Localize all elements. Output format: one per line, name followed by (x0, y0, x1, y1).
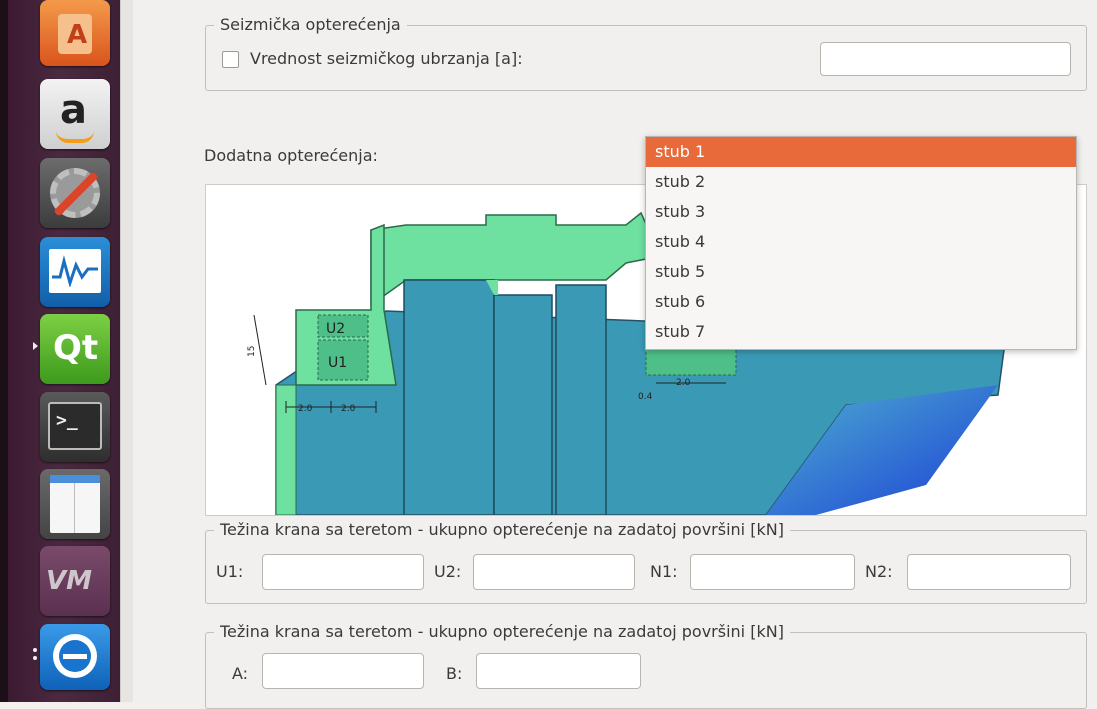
dropdown-option-stub-6[interactable]: stub 6 (646, 287, 1076, 317)
qt-creator-icon[interactable]: Qt (40, 314, 110, 384)
dropdown-option-stub-7[interactable]: stub 7 (646, 317, 1076, 347)
drawing-label: U2 (326, 321, 345, 337)
dropdown-option-stub-4[interactable]: stub 4 (646, 227, 1076, 257)
drawing-label: 2.0 (341, 404, 356, 414)
drawing-label: 0.4 (638, 392, 653, 402)
launcher: A a Qt >_ VM (0, 0, 120, 702)
launcher-edge (0, 0, 8, 702)
n1-input[interactable] (690, 554, 855, 590)
u1-input[interactable] (262, 554, 424, 590)
crane-load-group-2-title: Težina krana sa teretom - ukupno optereć… (214, 622, 790, 641)
terminal-icon[interactable]: >_ (40, 392, 110, 462)
drawing-label: 2.0 (298, 404, 313, 414)
active-indicator-icon (33, 342, 38, 350)
qt-letter: Qt (53, 328, 99, 368)
dropdown-option-stub-5[interactable]: stub 5 (646, 257, 1076, 287)
drawing-label: 2.0 (676, 378, 691, 388)
a-label: A: (232, 664, 249, 683)
dropdown-option-stub-2[interactable]: stub 2 (646, 167, 1076, 197)
running-indicator-icon (33, 648, 37, 652)
crane-load-group-1-title: Težina krana sa teretom - ukupno optereć… (214, 520, 790, 539)
drawing-label: U1 (328, 355, 347, 371)
file-editor-icon[interactable] (40, 469, 110, 539)
system-settings-icon[interactable] (40, 158, 110, 228)
seismic-checkbox-label[interactable]: Vrednost seizmičkog ubrzanja [a]: (250, 49, 523, 68)
additional-loads-dropdown[interactable]: stub 1 stub 2 stub 3 stub 4 stub 5 stub … (645, 136, 1077, 350)
drawing-label: 15 (247, 346, 257, 357)
terminal-prompt: >_ (56, 410, 78, 431)
a-input[interactable] (262, 653, 424, 689)
n1-label: N1: (650, 562, 678, 581)
seismic-checkbox[interactable] (222, 51, 239, 68)
b-label: B: (446, 664, 463, 683)
running-indicator-icon (33, 656, 37, 660)
seismic-group-title: Seizmička opterećenja (214, 15, 407, 34)
launcher-divider (120, 0, 133, 702)
software-center-icon[interactable]: A (40, 0, 110, 66)
n2-input[interactable] (907, 554, 1071, 590)
u2-input[interactable] (473, 554, 635, 590)
dropdown-option-stub-1[interactable]: stub 1 (646, 137, 1076, 167)
vmware-label: VM (46, 566, 92, 596)
teamviewer-icon[interactable] (40, 624, 110, 690)
system-monitor-icon[interactable] (40, 237, 110, 307)
dropdown-option-stub-3[interactable]: stub 3 (646, 197, 1076, 227)
amazon-icon[interactable]: a (40, 79, 110, 149)
amazon-letter: a (60, 87, 87, 133)
vmware-icon[interactable]: VM (40, 546, 110, 616)
n2-label: N2: (865, 562, 893, 581)
u1-label: U1: (216, 562, 244, 581)
additional-loads-label: Dodatna opterećenja: (204, 146, 378, 165)
b-input[interactable] (476, 653, 641, 689)
seismic-value-input[interactable] (820, 42, 1071, 76)
u2-label: U2: (434, 562, 462, 581)
